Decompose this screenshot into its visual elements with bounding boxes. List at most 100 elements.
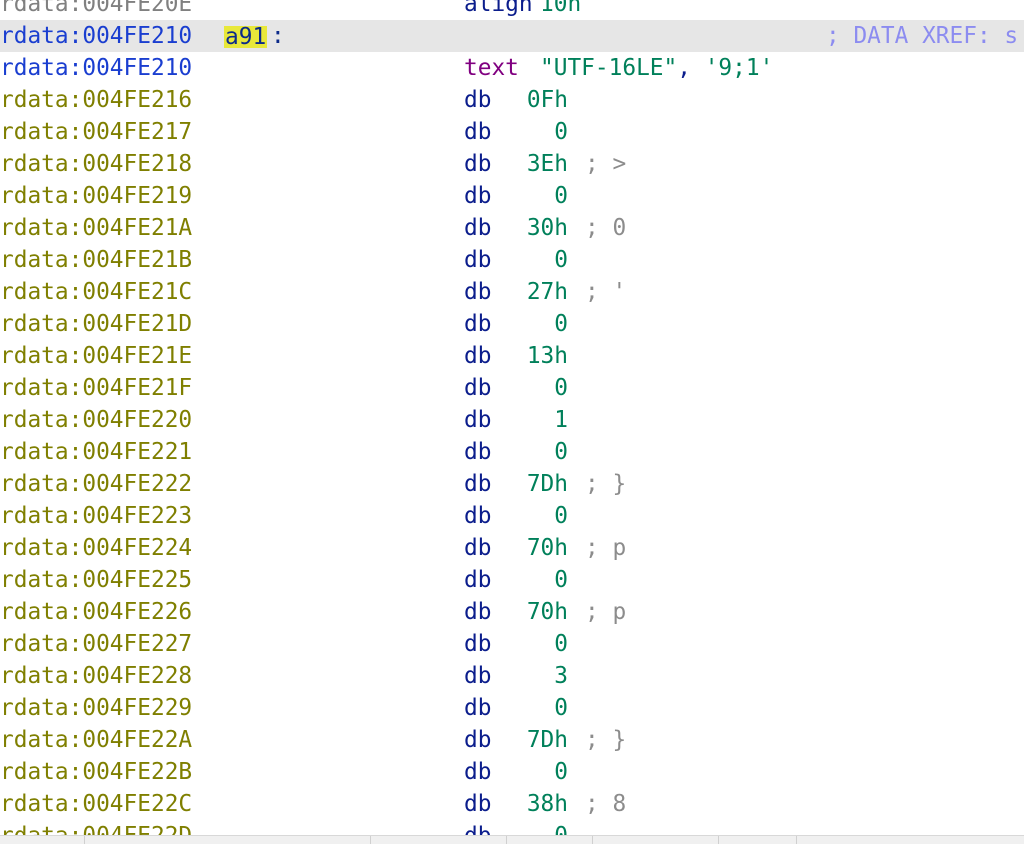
mnemonic: db [464,663,492,689]
listing-row[interactable]: rdata:004FE21D db 0 [0,308,1024,340]
listing-row[interactable]: rdata:004FE228 db 3 [0,660,1024,692]
disassembly-listing[interactable]: rdata:004FE20E align 10h rdata:004FE210 … [0,0,1024,836]
operand-value: 0 [554,567,568,593]
address: rdata:004FE216 [0,87,193,113]
char-comment: ; p [585,599,627,625]
operand-value: 70h [526,599,568,625]
operand-value: 0 [554,183,568,209]
mnemonic: db [464,343,492,369]
listing-row[interactable]: rdata:004FE227 db 0 [0,628,1024,660]
mnemonic: align [464,0,533,17]
listing-row[interactable]: rdata:004FE217 db 0 [0,116,1024,148]
address: rdata:004FE21E [0,343,193,369]
address: rdata:004FE22C [0,791,193,817]
operand-value: 3Eh [526,151,568,177]
listing-row-partial-top[interactable]: rdata:004FE20E align 10h [0,0,1024,20]
mnemonic: db [464,791,492,817]
operand-value: 3 [554,663,568,689]
char-comment: ; 8 [585,791,627,817]
operand-value: 13h [526,343,568,369]
listing-row[interactable]: rdata:004FE21E db 13h [0,340,1024,372]
mnemonic: db [464,631,492,657]
listing-row[interactable]: rdata:004FE21A db 30h ; 0 [0,212,1024,244]
char-comment: ; 0 [585,215,627,241]
mnemonic: db [464,119,492,145]
mnemonic: db [464,823,492,836]
listing-row[interactable]: rdata:004FE21F db 0 [0,372,1024,404]
mnemonic: db [464,599,492,625]
operand-value: 0 [554,631,568,657]
operand-value: 0 [554,695,568,721]
mnemonic: text [464,55,519,81]
listing-row[interactable]: rdata:004FE22C db 38h ; 8 [0,788,1024,820]
listing-row[interactable]: rdata:004FE224 db 70h ; p [0,532,1024,564]
address: rdata:004FE229 [0,695,193,721]
scrollbar-divider [718,836,719,844]
listing-row[interactable]: rdata:004FE226 db 70h ; p [0,596,1024,628]
scrollbar-divider [796,836,797,844]
operand-value: 7Dh [526,727,568,753]
address: rdata:004FE21B [0,247,193,273]
mnemonic: db [464,311,492,337]
operand-value: 7Dh [526,471,568,497]
listing-row-string[interactable]: rdata:004FE210 text "UTF-16LE", '9;1' [0,52,1024,84]
mnemonic: db [464,759,492,785]
string-separator: , [677,55,705,81]
listing-row[interactable]: rdata:004FE229 db 0 [0,692,1024,724]
scrollbar-divider [506,836,507,844]
address: rdata:004FE226 [0,599,193,625]
operand-value: 30h [526,215,568,241]
label-colon: : [271,23,285,49]
listing-row[interactable]: rdata:004FE21C db 27h ; ' [0,276,1024,308]
address: rdata:004FE225 [0,567,193,593]
mnemonic: db [464,151,492,177]
listing-row[interactable]: rdata:004FE22B db 0 [0,756,1024,788]
mnemonic: db [464,375,492,401]
address: rdata:004FE22A [0,727,193,753]
operand-value: 0 [554,503,568,529]
address: rdata:004FE218 [0,151,193,177]
listing-row[interactable]: rdata:004FE22D db 0 [0,820,1024,836]
mnemonic: db [464,503,492,529]
operand-value: 0 [554,759,568,785]
listing-row[interactable]: rdata:004FE221 db 0 [0,436,1024,468]
mnemonic: db [464,471,492,497]
listing-row[interactable]: rdata:004FE21B db 0 [0,244,1024,276]
char-comment: ; } [585,471,627,497]
listing-row-selected[interactable]: rdata:004FE210 a91 : ; DATA XREF: s [0,20,1024,52]
listing-row[interactable]: rdata:004FE219 db 0 [0,180,1024,212]
address: rdata:004FE210 [0,23,193,49]
symbol-label[interactable]: a91 [224,26,268,48]
address: rdata:004FE221 [0,439,193,465]
address: rdata:004FE21D [0,311,193,337]
mnemonic: db [464,247,492,273]
listing-row[interactable]: rdata:004FE222 db 7Dh ; } [0,468,1024,500]
listing-row[interactable]: rdata:004FE220 db 1 [0,404,1024,436]
address: rdata:004FE210 [0,55,193,81]
address: rdata:004FE21A [0,215,193,241]
mnemonic: db [464,215,492,241]
operand-value: 0 [554,823,568,836]
mnemonic: db [464,535,492,561]
operand-value: 0Fh [526,87,568,113]
operand-value: 0 [554,375,568,401]
listing-row[interactable]: rdata:004FE225 db 0 [0,564,1024,596]
listing-row[interactable]: rdata:004FE22A db 7Dh ; } [0,724,1024,756]
scrollbar-divider [592,836,593,844]
listing-row[interactable]: rdata:004FE218 db 3Eh ; > [0,148,1024,180]
mnemonic: db [464,183,492,209]
mnemonic: db [464,407,492,433]
address: rdata:004FE20E [0,0,193,17]
char-comment: ; ' [585,279,627,305]
horizontal-scrollbar[interactable] [0,835,1024,844]
mnemonic: db [464,279,492,305]
operand-value: 0 [554,311,568,337]
address: rdata:004FE217 [0,119,193,145]
listing-row[interactable]: rdata:004FE216 db 0Fh [0,84,1024,116]
char-comment: ; } [585,727,627,753]
listing-row[interactable]: rdata:004FE223 db 0 [0,500,1024,532]
address: rdata:004FE223 [0,503,193,529]
mnemonic: db [464,439,492,465]
address: rdata:004FE227 [0,631,193,657]
data-xref-comment[interactable]: ; DATA XREF: s [826,20,1018,52]
